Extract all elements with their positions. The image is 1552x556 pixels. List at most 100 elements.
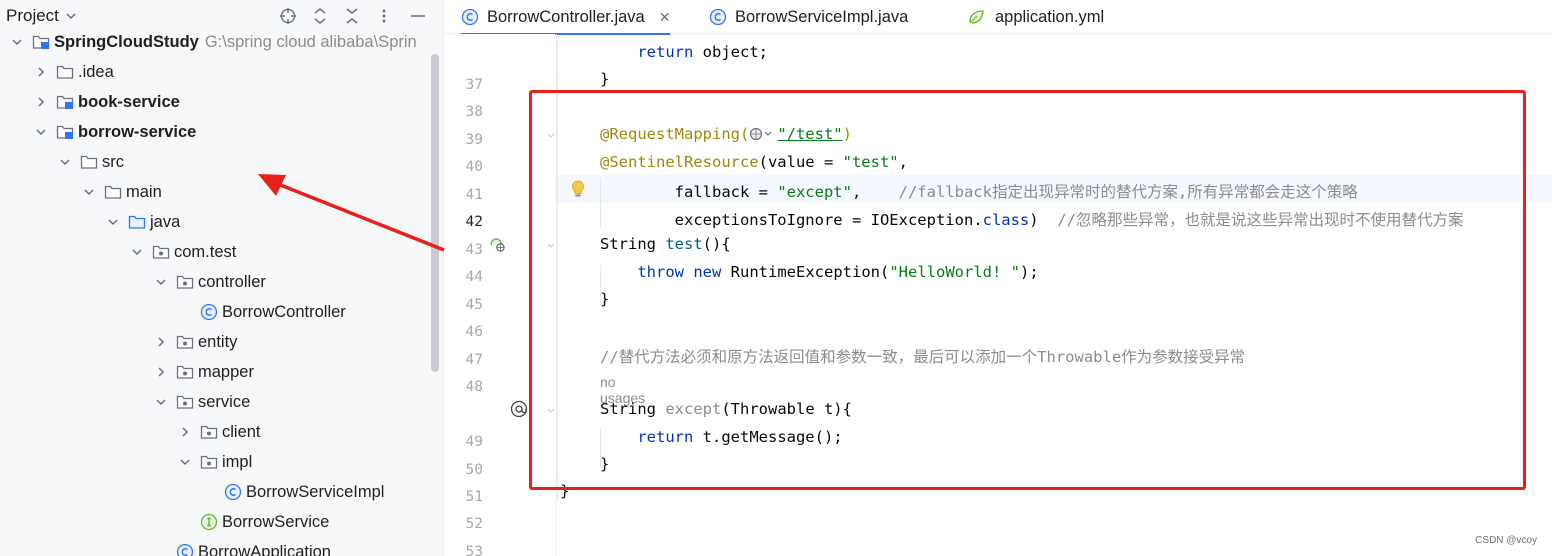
tree-item[interactable]: .idea: [0, 57, 432, 87]
tree-item-label: book-service: [78, 92, 180, 111]
chevron-down-icon[interactable]: [10, 35, 24, 49]
folder-icon: [56, 63, 74, 81]
tab-borrow-controller[interactable]: BorrowController.java ✕: [461, 0, 671, 35]
line-number[interactable]: 48: [445, 379, 483, 395]
class-icon: [709, 8, 727, 26]
minimize-icon[interactable]: [408, 6, 428, 26]
lightbulb-icon[interactable]: [569, 180, 587, 198]
code-line-45: throw new RuntimeException("HelloWorld! …: [637, 263, 1039, 281]
chevron-right-icon[interactable]: [178, 425, 192, 439]
line-number[interactable]: 46: [445, 324, 483, 340]
tree-item[interactable]: SpringCloudStudy G:\spring cloud alibaba\…: [0, 27, 432, 57]
tree-item-label: com.test: [174, 242, 237, 261]
package-icon: [200, 423, 218, 441]
tree-scrollbar[interactable]: [431, 54, 439, 372]
chevron-down-icon[interactable]: [106, 215, 120, 229]
line-number[interactable]: 37: [445, 77, 483, 93]
source-folder-icon: [128, 213, 146, 231]
chevron-right-icon[interactable]: [154, 335, 168, 349]
chevron-down-icon[interactable]: [34, 125, 48, 139]
tree-item[interactable]: controller: [0, 267, 432, 297]
fold-icon[interactable]: [542, 126, 560, 144]
tree-item[interactable]: src: [0, 147, 432, 177]
fold-icon[interactable]: [542, 401, 560, 419]
yaml-leaf-icon: [967, 8, 987, 26]
close-icon[interactable]: ✕: [659, 9, 671, 26]
line-number[interactable]: 45: [445, 297, 483, 313]
web-endpoint-icon[interactable]: [749, 127, 777, 145]
tree-item[interactable]: client: [0, 417, 432, 447]
line-number[interactable]: 52: [445, 516, 483, 532]
tab-label: application.yml: [995, 7, 1105, 26]
package-icon: [152, 243, 170, 261]
chevron-down-icon[interactable]: [178, 455, 192, 469]
tree-item-label: BorrowServiceImpl: [246, 482, 385, 501]
code-line-46: }: [600, 290, 610, 308]
tree-item[interactable]: BorrowApplication: [0, 537, 432, 556]
endpoint-gutter-icon[interactable]: [489, 236, 507, 254]
tree-item[interactable]: main: [0, 177, 432, 207]
at-sign-icon[interactable]: [510, 400, 528, 418]
chevron-right-icon[interactable]: [34, 95, 48, 109]
tree-item[interactable]: borrow-service: [0, 117, 432, 147]
folder-icon: [80, 153, 98, 171]
tree-item[interactable]: BorrowService: [0, 507, 432, 537]
class-icon: [224, 483, 242, 501]
tree-item-label: main: [126, 182, 162, 201]
line-number[interactable]: 40: [445, 159, 483, 175]
line-number[interactable]: 42: [445, 214, 483, 230]
package-icon: [176, 363, 194, 381]
chevron-down-icon[interactable]: [82, 185, 96, 199]
code-line-52: }: [560, 482, 570, 500]
chevron-right-icon[interactable]: [34, 65, 48, 79]
code-line-49: String except(Throwable t){: [600, 400, 852, 418]
tree-item[interactable]: impl: [0, 447, 432, 477]
line-number[interactable]: 44: [445, 269, 483, 285]
code-line-48: //替代方法必须和原方法返回值和参数一致，最后可以添加一个Throwable作为…: [600, 348, 1246, 366]
project-panel: Project SpringCloudStudy G:\spring cloud …: [0, 0, 444, 556]
code-line-41: @SentinelResource(value = "test",: [600, 153, 908, 171]
tree-item[interactable]: mapper: [0, 357, 432, 387]
tab-label: BorrowServiceImpl.java: [735, 7, 909, 26]
tree-item[interactable]: java: [0, 207, 432, 237]
tab-borrow-service-impl[interactable]: BorrowServiceImpl.java: [709, 0, 908, 34]
package-icon: [176, 333, 194, 351]
project-view-selector[interactable]: Project: [6, 6, 77, 26]
line-number[interactable]: 38: [445, 104, 483, 120]
tree-item[interactable]: service: [0, 387, 432, 417]
code-line-38: }: [600, 70, 610, 88]
line-number[interactable]: 47: [445, 352, 483, 368]
tree-item[interactable]: com.test: [0, 237, 432, 267]
line-number[interactable]: 39: [445, 132, 483, 148]
chevron-down-icon[interactable]: [154, 395, 168, 409]
more-icon[interactable]: [374, 6, 394, 26]
line-number[interactable]: 51: [445, 489, 483, 505]
chevron-down-icon[interactable]: [154, 275, 168, 289]
tab-application-yml[interactable]: application.yml: [967, 0, 1104, 34]
collapse-icon[interactable]: [342, 6, 362, 26]
code-line-43: exceptionsToIgnore = IOException.class) …: [674, 211, 1464, 229]
line-number[interactable]: 53: [445, 544, 483, 556]
code-line-51: }: [600, 455, 610, 473]
fold-icon[interactable]: [542, 236, 560, 254]
chevron-down-icon[interactable]: [130, 245, 144, 259]
chevron-right-icon[interactable]: [154, 365, 168, 379]
chevron-down-icon[interactable]: [58, 155, 72, 169]
spring-class-icon: [176, 543, 194, 556]
tree-item[interactable]: BorrowServiceImpl: [0, 477, 432, 507]
folder-icon: [104, 183, 122, 201]
tree-item-path-hint: G:\spring cloud alibaba\Sprin: [204, 32, 417, 51]
line-number[interactable]: 50: [445, 462, 483, 478]
tree-item[interactable]: book-service: [0, 87, 432, 117]
line-number[interactable]: 49: [445, 434, 483, 450]
tree-item[interactable]: entity: [0, 327, 432, 357]
crosshair-icon[interactable]: [278, 6, 298, 26]
tree-item-label: client: [222, 422, 261, 441]
tree-item[interactable]: BorrowController: [0, 297, 432, 327]
line-number[interactable]: 43: [445, 242, 483, 258]
expand-icon[interactable]: [310, 6, 330, 26]
line-number[interactable]: 41: [445, 187, 483, 203]
tree-item-label: .idea: [78, 62, 114, 81]
